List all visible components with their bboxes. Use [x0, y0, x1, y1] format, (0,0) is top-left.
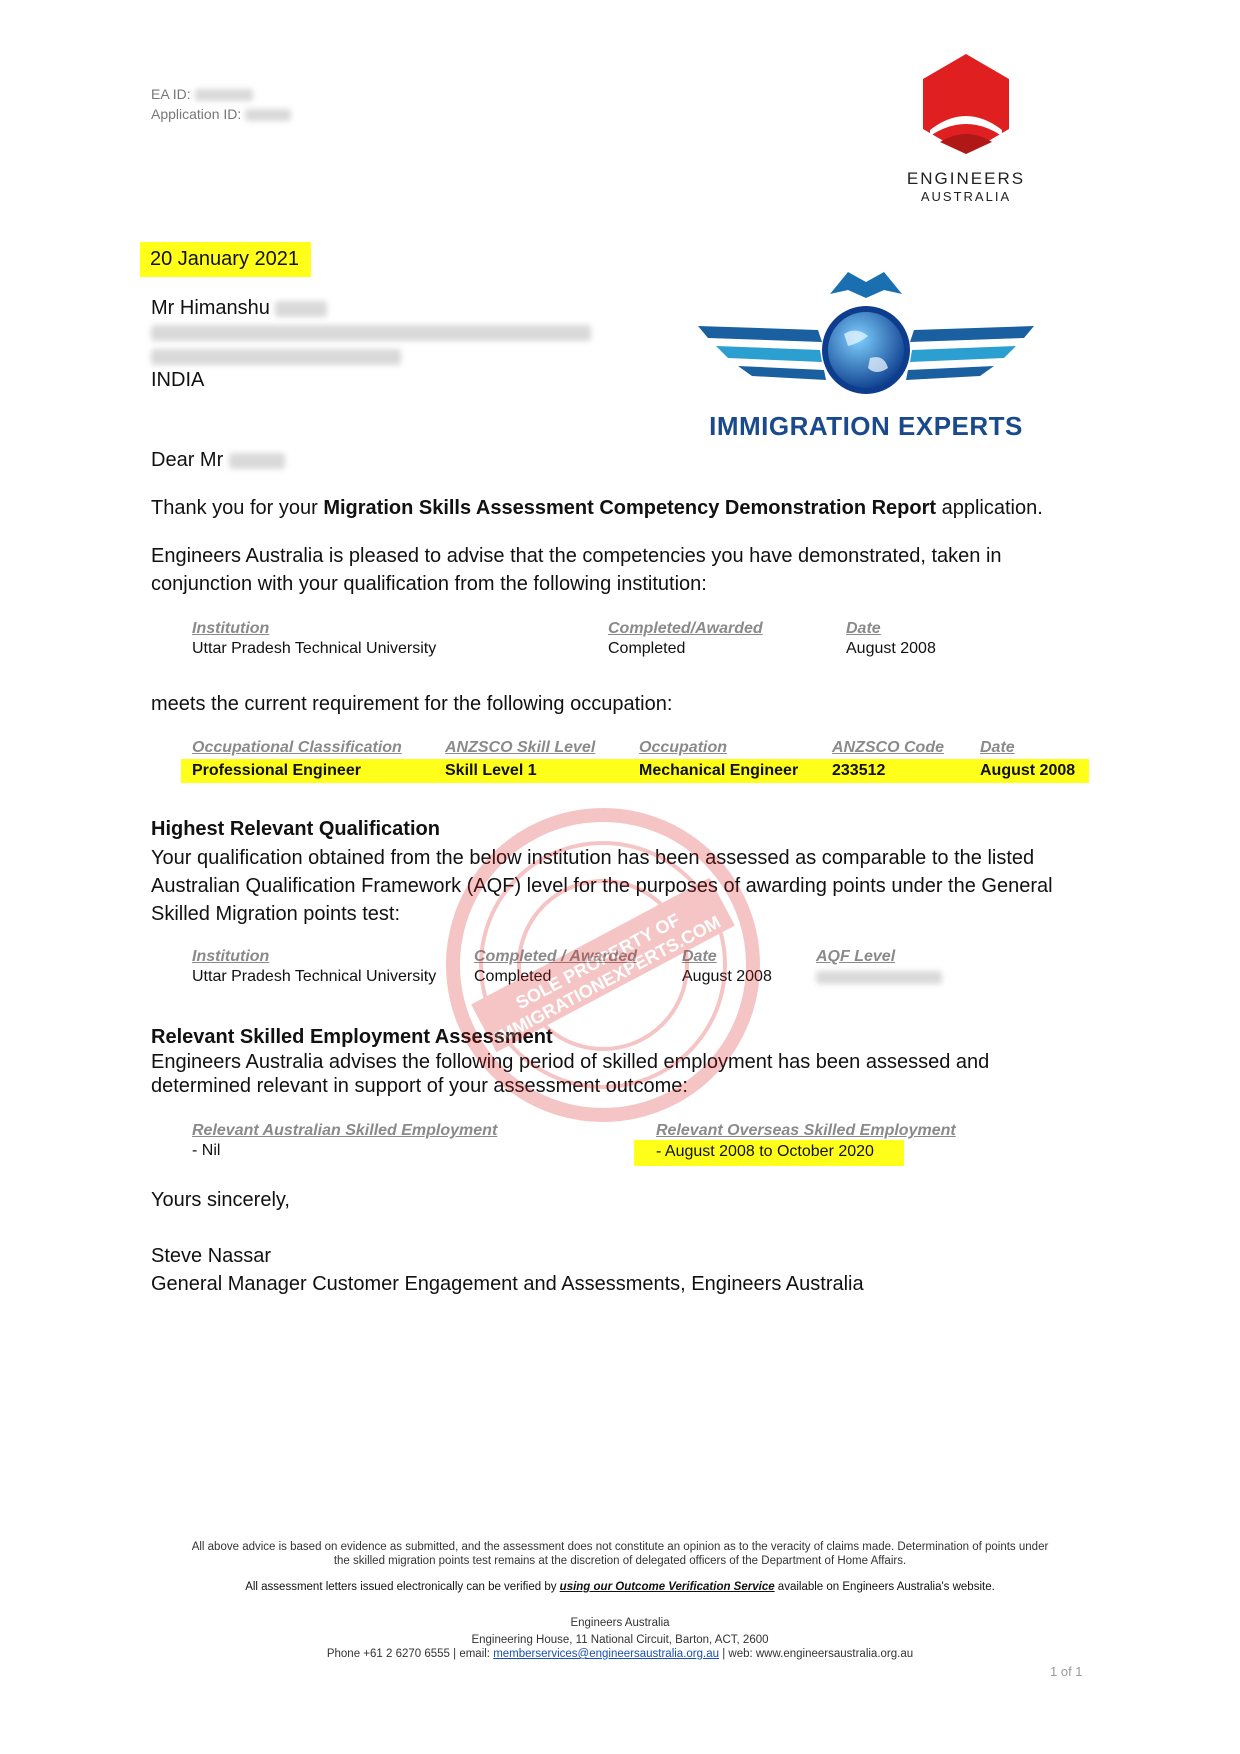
anzsco-code: 233512 [832, 762, 886, 779]
recipient-name: Mr Himanshu [151, 297, 270, 319]
letter-date: 20 January 2021 [140, 242, 312, 277]
page-number: 1 of 1 [1050, 1664, 1083, 1679]
contact-line: Phone +61 2 6270 6555 | email: memberser… [140, 1647, 1100, 1661]
advise-line2: conjunction with your qualification from… [151, 573, 707, 595]
ea-id-redacted [194, 89, 253, 102]
institution-name: Uttar Pradesh Technical University [192, 640, 437, 657]
header-completed-awarded: Completed/Awarded [608, 620, 763, 637]
completion-status: Completed [608, 640, 686, 657]
engineers-australia-logo: ENGINEERS AUSTRALIA [886, 52, 1046, 204]
skill-level: Skill Level 1 [445, 762, 537, 779]
disclaimer-line2: the skilled migration points test remain… [333, 1555, 907, 1567]
occupation-table: Occupational Classification ANZSCO Skill… [181, 739, 1089, 783]
salutation: Dear Mr [151, 446, 285, 474]
disclaimer-line1: All above advice is based on evidence as… [191, 1541, 1049, 1553]
verify-pre: All assessment letters issued electronic… [245, 1581, 560, 1593]
web-text: | web: www.engineersaustralia.org.au [719, 1648, 914, 1660]
header-occupation: Occupation [639, 739, 728, 756]
recipient-name-line: Mr Himanshu [151, 296, 591, 320]
address-line1-redacted [151, 320, 591, 344]
header-date: Date [846, 620, 881, 637]
immigration-experts-wordmark: IMMIGRATION EXPERTS [709, 411, 1023, 441]
verify-post: available on Engineers Australia's websi… [774, 1581, 995, 1593]
institution-table-headers: Institution Completed/Awarded Date [192, 620, 1012, 640]
thanks-paragraph: Thank you for your Migration Skills Asse… [151, 494, 1151, 522]
email-link[interactable]: memberservices@engineersaustralia.org.au [493, 1648, 719, 1660]
meets-text: meets the current requirement for the fo… [151, 693, 673, 715]
advise-paragraph: Engineers Australia is pleased to advise… [151, 542, 1151, 598]
header-anzsco-skill-level: ANZSCO Skill Level [445, 739, 596, 756]
occupation-date: August 2008 [980, 762, 1076, 779]
ea-name-line2: AUSTRALIA [920, 189, 1012, 204]
header-anzsco-code: ANZSCO Code [832, 739, 944, 756]
footer-contact: Engineers Australia Engineering House, 1… [140, 1616, 1100, 1661]
advise-line1: Engineers Australia is pleased to advise… [151, 545, 1002, 567]
footer-verify: All assessment letters issued electronic… [140, 1580, 1100, 1594]
ea-id-line: EA ID: [151, 84, 291, 104]
ea-hexagon-icon [923, 54, 1009, 154]
application-id-line: Application ID: [151, 104, 292, 124]
outcome-verification-link[interactable]: using our Outcome Verification Service [560, 1581, 775, 1593]
occupational-classification: Professional Engineer [192, 762, 361, 779]
header-occupation-date: Date [980, 739, 1015, 756]
header-qual-institution: Institution [192, 948, 270, 965]
header-occupational-classification: Occupational Classification [192, 739, 402, 756]
completion-date: August 2008 [846, 640, 936, 657]
org-name: Engineers Australia [570, 1617, 670, 1629]
immigration-experts-logo: IMMIGRATION EXPERTS [698, 264, 1034, 442]
occupation: Mechanical Engineer [639, 762, 799, 779]
salutation-surname-redacted [228, 452, 285, 469]
qualification-title: Highest Relevant Qualification [151, 818, 440, 840]
application-id-label: Application ID: [151, 106, 242, 122]
australian-employment-value: - Nil [192, 1142, 221, 1159]
ea-name-line1: ENGINEERS [906, 169, 1026, 188]
table-row: Uttar Pradesh Technical University Compl… [192, 640, 1012, 662]
signer-title: General Manager Customer Engagement and … [151, 1273, 864, 1295]
letter-ids: EA ID: Application ID: [151, 84, 292, 124]
application-id-redacted [245, 109, 292, 122]
signer-name: Steve Nassar [151, 1245, 272, 1267]
application-type: Migration Skills Assessment Competency D… [323, 497, 937, 519]
recipient-surname-redacted [275, 300, 328, 317]
qual-institution-name: Uttar Pradesh Technical University [192, 968, 437, 985]
ea-id-label: EA ID: [151, 86, 191, 102]
address-line2-redacted [151, 344, 591, 368]
recipient-address: Mr Himanshu INDIA [151, 296, 591, 392]
org-address: Engineering House, 11 National Circuit, … [471, 1634, 769, 1646]
signoff: Yours sincerely, [151, 1189, 290, 1211]
overseas-employment-value: - August 2008 to October 2020 [656, 1143, 874, 1160]
recipient-country: INDIA [151, 369, 205, 391]
header-aqf-level: AQF Level [816, 948, 896, 965]
aqf-level-redacted [816, 971, 942, 984]
institution-table: Institution Completed/Awarded Date Uttar… [192, 620, 1012, 662]
table-row: Professional Engineer Skill Level 1 Mech… [181, 759, 1089, 783]
thanks-pre: Thank you for your [151, 497, 324, 519]
winged-globe-icon [698, 272, 1034, 394]
footer-disclaimer: All above advice is based on evidence as… [140, 1540, 1100, 1568]
salutation-text: Dear Mr [151, 449, 224, 471]
occupation-table-headers: Occupational Classification ANZSCO Skill… [181, 739, 1089, 759]
thanks-post: application. [936, 497, 1043, 519]
phone-text: Phone +61 2 6270 6555 | email: [326, 1648, 494, 1660]
watermark-stamp: SOLE PROPERTY OF IMMIGRATIONEXPERTS.COM [438, 800, 768, 1135]
header-institution: Institution [192, 620, 270, 637]
